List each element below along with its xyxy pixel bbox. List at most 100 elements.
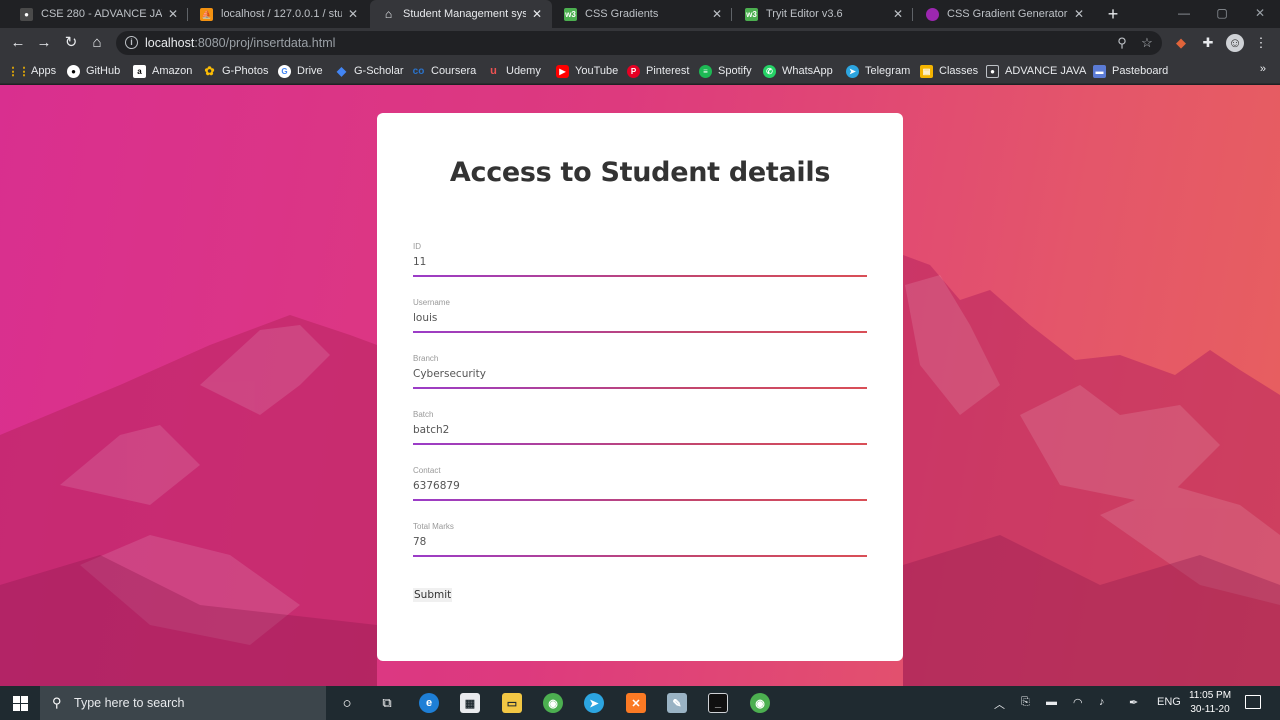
taskbar-search-box[interactable]: ⚲ Type here to search — [40, 686, 326, 720]
minimize-button[interactable]: — — [1164, 0, 1204, 28]
contact-label: Contact — [413, 466, 441, 475]
w3schools-icon: w3 — [564, 7, 577, 21]
new-tab-button[interactable]: + — [1104, 4, 1122, 24]
total-marks-input[interactable]: 78 — [413, 536, 426, 548]
apps-grid-icon: ⋮⋮ — [7, 65, 30, 78]
branch-input[interactable]: Cybersecurity — [413, 368, 486, 380]
branch-field[interactable]: Branch Cybersecurity — [413, 354, 867, 400]
tab-title: CSS Gradient Generator: Poli — [947, 8, 1068, 20]
bookmark-pinterest[interactable]: P Pinterest — [627, 63, 689, 79]
bookmark-amazon[interactable]: a Amazon — [133, 63, 192, 79]
bookmark-gphotos[interactable]: ✿ G-Photos — [203, 63, 268, 79]
batch-field[interactable]: Batch batch2 — [413, 410, 867, 456]
maximize-button[interactable]: ▢ — [1202, 0, 1242, 28]
bookmark-telegram[interactable]: ➤ Telegram — [846, 63, 910, 79]
bookmark-spotify[interactable]: ≡ Spotify — [699, 63, 752, 79]
file-explorer-icon[interactable]: ▭ — [502, 693, 522, 713]
contact-field[interactable]: Contact 6376879 — [413, 466, 867, 512]
bookmarks-bar: ⋮⋮ Apps ● GitHub a Amazon ✿ G-Photos G Drive … — [0, 58, 1280, 84]
field-underline — [413, 499, 867, 501]
cortana-icon[interactable]: ○ — [337, 693, 357, 713]
bookmark-label: Telegram — [865, 65, 911, 77]
pen-icon[interactable]: ✒ — [1129, 696, 1138, 709]
bookmark-whatsapp[interactable]: ✆ WhatsApp — [763, 63, 833, 79]
forward-arrow-icon[interactable]: → — [34, 33, 54, 53]
id-input[interactable]: 11 — [413, 256, 426, 268]
close-icon[interactable]: ✕ — [530, 7, 544, 21]
notepad-icon[interactable]: ✎ — [667, 693, 687, 713]
system-clock[interactable]: 11:05 PM 30-11-20 — [1186, 689, 1234, 717]
batch-input[interactable]: batch2 — [413, 424, 449, 436]
tab-tryit-editor[interactable]: w3 Tryit Editor v3.6 ✕ — [733, 0, 913, 28]
store-icon[interactable]: ▦ — [460, 693, 480, 713]
back-arrow-icon[interactable]: ← — [8, 33, 28, 53]
bookmark-drive[interactable]: G Drive — [278, 63, 323, 79]
chevron-up-icon[interactable]: ︿ — [994, 696, 1005, 712]
language-indicator[interactable]: ENG — [1157, 696, 1181, 708]
xampp-icon[interactable]: ✕ — [626, 693, 646, 713]
notification-icon[interactable] — [1245, 695, 1261, 709]
reload-icon[interactable]: ↻ — [61, 33, 81, 53]
terminal-icon[interactable]: _ — [708, 693, 728, 713]
close-icon[interactable]: ✕ — [710, 7, 724, 21]
bookmark-pasteboard[interactable]: ▬ Pasteboard — [1093, 63, 1168, 79]
menu-icon[interactable]: ⋮ — [1252, 34, 1270, 52]
bookmark-label: Coursera — [431, 65, 477, 77]
telegram-icon[interactable]: ➤ — [584, 693, 604, 713]
submit-button[interactable]: Submit — [413, 588, 453, 602]
url-host: localhost — [145, 36, 195, 50]
meet-now-icon[interactable]: ⎘ — [1021, 696, 1030, 709]
bookmark-classes[interactable]: ▤ Classes — [920, 63, 978, 79]
close-window-button[interactable]: ✕ — [1240, 0, 1280, 28]
bookmark-youtube[interactable]: ▶ YouTube — [556, 63, 618, 79]
bookmark-github[interactable]: ● GitHub — [67, 63, 120, 79]
total-marks-field[interactable]: Total Marks 78 — [413, 522, 867, 568]
tab-title: CSE 280 - ADVANCE JAVA Pr — [41, 8, 162, 20]
avatar[interactable]: ☺ — [1226, 34, 1244, 52]
home-icon[interactable]: ⌂ — [87, 33, 107, 53]
extension-icon[interactable]: ◆ — [1172, 34, 1190, 52]
telegram-icon: ➤ — [846, 64, 859, 78]
chevron-right-icon[interactable]: » — [1260, 63, 1266, 75]
tab-gradient-generator[interactable]: CSS Gradient Generator: Poli ✕ — [914, 0, 1094, 28]
close-icon[interactable]: ✕ — [891, 7, 905, 21]
puzzle-icon[interactable]: ✚ — [1199, 34, 1217, 52]
home-icon: ⌂ — [384, 7, 393, 21]
zoom-icon[interactable]: ⚲ — [1114, 35, 1130, 51]
close-icon[interactable]: ✕ — [166, 7, 180, 21]
edge-icon[interactable]: e — [419, 693, 439, 713]
address-bar[interactable]: i localhost:8080/proj/insertdata.html ⚲ … — [116, 31, 1162, 55]
bookmark-coursera[interactable]: co Coursera — [412, 63, 477, 79]
classroom-icon: ● — [20, 7, 33, 21]
classes-icon: ▤ — [920, 64, 933, 78]
tab-student-management[interactable]: ⌂ Student Management system ✕ — [370, 0, 552, 28]
volume-icon[interactable]: ♪ — [1099, 696, 1105, 708]
chrome-icon[interactable]: ◉ — [750, 693, 770, 713]
windows-start-button[interactable] — [0, 686, 40, 720]
close-icon[interactable]: ✕ — [1072, 7, 1086, 21]
star-icon[interactable]: ☆ — [1139, 35, 1155, 51]
scholar-icon: ◆ — [336, 64, 347, 78]
id-field[interactable]: ID 11 — [413, 242, 867, 288]
username-field[interactable]: Username louis — [413, 298, 867, 344]
task-view-icon[interactable]: ⧉ — [377, 693, 397, 713]
tab-advance-java[interactable]: ● CSE 280 - ADVANCE JAVA Pr ✕ — [8, 0, 188, 28]
chrome-icon[interactable]: ◉ — [543, 693, 563, 713]
tab-css-gradients[interactable]: w3 CSS Gradients ✕ — [552, 0, 732, 28]
contact-input[interactable]: 6376879 — [413, 480, 460, 492]
tab-phpmyadmin[interactable]: ⛵ localhost / 127.0.0.1 / studen ✕ — [188, 0, 368, 28]
info-icon[interactable]: i — [125, 36, 138, 49]
tab-title: localhost / 127.0.0.1 / studen — [221, 8, 342, 20]
pasteboard-icon: ▬ — [1093, 64, 1106, 78]
username-input[interactable]: louis — [413, 312, 437, 324]
wifi-icon[interactable]: ◠ — [1073, 696, 1083, 709]
bookmark-advance-java[interactable]: ● ADVANCE JAVA — [986, 63, 1086, 79]
tab-title: Tryit Editor v3.6 — [766, 8, 843, 20]
battery-icon[interactable]: ▬ — [1046, 696, 1057, 708]
bookmark-apps[interactable]: ⋮⋮ Apps — [7, 63, 57, 79]
bookmark-gscholar[interactable]: ◆ G-Scholar — [335, 63, 404, 79]
bookmark-udemy[interactable]: u Udemy — [487, 63, 541, 79]
close-icon[interactable]: ✕ — [346, 7, 360, 21]
gradient-icon — [926, 7, 939, 21]
tab-separator — [912, 8, 913, 21]
